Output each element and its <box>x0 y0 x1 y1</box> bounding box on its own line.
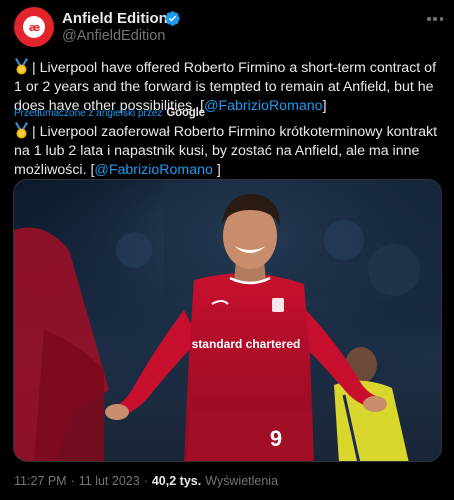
translated-bracket: ] <box>212 162 221 178</box>
translated-text: | Liverpool zaoferował Roberto Firmino k… <box>14 122 444 180</box>
meta-separator: · <box>70 474 75 488</box>
tweet-time[interactable]: 11:27 PM <box>14 474 67 488</box>
author-handle[interactable]: @AnfieldEdition <box>62 28 165 44</box>
tweet: æ Anfield Edition @AnfieldEdition | Live… <box>0 0 454 500</box>
tweet-bracket: ] <box>322 98 327 114</box>
more-options-icon[interactable] <box>425 9 445 29</box>
tweet-date[interactable]: 11 lut 2023 <box>79 474 140 488</box>
mention-link[interactable]: @FabrizioRomano <box>204 98 323 114</box>
translation-attribution: Przetłumaczone z angielski przez Google <box>14 105 205 121</box>
club-crest-icon <box>272 298 284 312</box>
google-logo: Google <box>166 107 205 119</box>
tweet-meta: 11:27 PM · 11 lut 2023 · 40,2 tys. Wyświ… <box>14 474 278 488</box>
jersey-sponsor: standard chartered <box>192 337 301 351</box>
player-photo: standard chartered 9 <box>14 180 441 461</box>
meta-separator: · <box>143 474 148 488</box>
jersey-number: 9 <box>270 426 282 451</box>
translated-body: | Liverpool zaoferował Roberto Firmino k… <box>14 124 438 178</box>
tweet-photo[interactable]: standard chartered 9 <box>13 179 442 462</box>
verified-badge-icon <box>165 11 180 26</box>
views-label: Wyświetlenia <box>205 474 279 488</box>
author-name[interactable]: Anfield Edition <box>62 10 168 27</box>
avatar-logo: æ <box>23 16 45 38</box>
translated-by-label[interactable]: Przetłumaczone z angielski przez <box>14 108 162 119</box>
gold-medal-icon <box>15 58 28 75</box>
gold-medal-icon <box>15 122 28 139</box>
mention-link[interactable]: @FabrizioRomano <box>94 162 213 178</box>
views-count: 40,2 tys. <box>151 474 202 488</box>
avatar[interactable]: æ <box>14 7 54 47</box>
